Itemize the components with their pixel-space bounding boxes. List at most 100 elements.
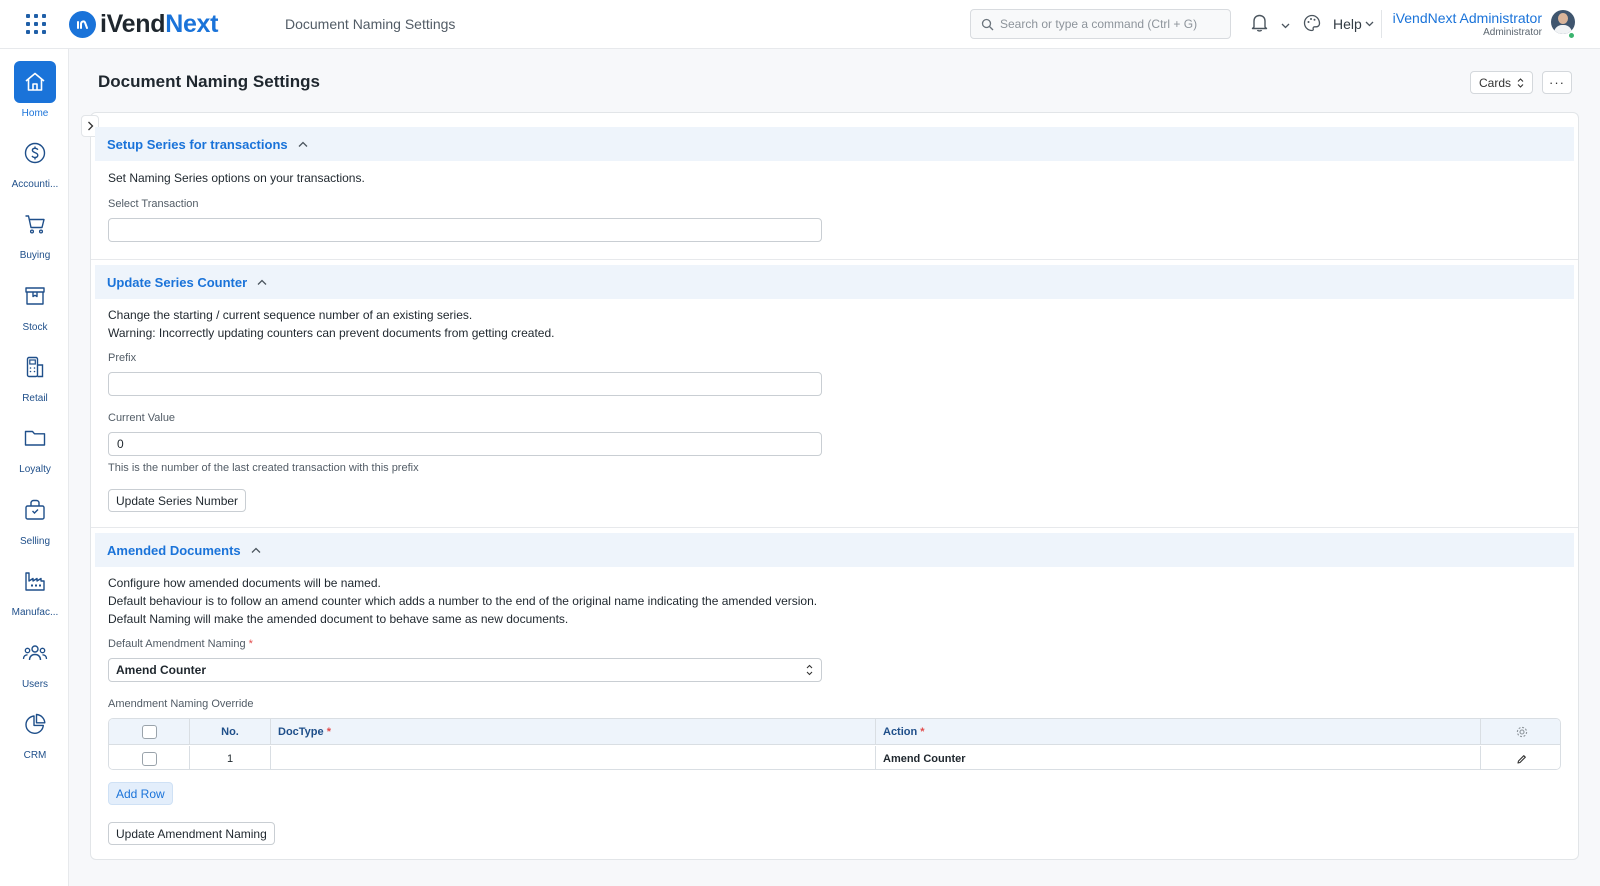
cart-icon [14, 203, 56, 245]
navbar-divider [1381, 10, 1382, 38]
section-description-line: Default Naming will make the amended doc… [108, 612, 569, 626]
sidebar-item-stock[interactable]: Stock [0, 275, 69, 333]
home-icon [13, 61, 56, 103]
sidebar-item-label: Buying [19, 250, 51, 261]
pos-icon [14, 346, 56, 388]
app-switcher-grid-icon[interactable] [26, 14, 46, 34]
column-header-action: Action * [876, 719, 1481, 744]
column-header-doctype-text: DocType [278, 725, 324, 738]
factory-icon [14, 560, 56, 602]
sort-updown-icon [806, 664, 813, 676]
default-amendment-naming-label: Default Amendment Naming * [108, 638, 253, 650]
row-doctype-cell[interactable] [271, 746, 876, 769]
sidebar-item-loyalty[interactable]: Loyalty [0, 417, 69, 475]
select-transaction-label: Select Transaction [108, 198, 199, 210]
column-header-doctype: DocType * [271, 719, 876, 744]
required-asterisk: * [248, 638, 253, 650]
section-description-line: Configure how amended documents will be … [108, 576, 381, 590]
help-label: Help [1333, 16, 1362, 32]
row-edit-cell [1481, 746, 1560, 769]
user-full-name: iVendNext Administrator [1392, 10, 1542, 26]
sidebar-item-selling[interactable]: Selling [0, 489, 69, 547]
section-title: Amended Documents [107, 542, 241, 558]
logo-text-next: Next [165, 9, 219, 38]
box-icon [14, 275, 56, 317]
chart-pie-icon [14, 703, 56, 745]
view-mode-label: Cards [1478, 75, 1511, 90]
sidebar-item-crm[interactable]: CRM [0, 703, 69, 761]
prefix-field[interactable] [108, 372, 822, 396]
required-asterisk: * [326, 725, 331, 738]
update-series-number-button[interactable]: Update Series Number [108, 489, 247, 512]
prefix-label: Prefix [108, 352, 137, 364]
section-header-setup-series[interactable]: Setup Series for transactions [95, 127, 1574, 161]
section-header-update-counter[interactable]: Update Series Counter [95, 265, 1574, 299]
notification-chevron-down-icon[interactable] [1281, 18, 1290, 32]
search-icon [981, 18, 994, 30]
sidebar-item-label: Loyalty [19, 464, 51, 475]
table-row[interactable]: 1 Amend Counter [109, 746, 1560, 769]
chevron-up-icon [298, 141, 308, 147]
sidebar-item-home[interactable]: Home [0, 61, 69, 119]
chevron-up-icon [257, 279, 267, 285]
user-role: Administrator [1483, 27, 1542, 38]
section-description-line: Change the starting / current sequence n… [108, 308, 473, 322]
section-divider [91, 259, 1578, 260]
amendment-naming-override-label: Amendment Naming Override [108, 698, 254, 710]
view-mode-select[interactable]: Cards [1470, 71, 1533, 94]
sidebar-item-retail[interactable]: Retail [0, 346, 69, 404]
chevron-up-icon [251, 547, 261, 553]
sidebar-item-label: Retail [22, 393, 48, 404]
search-bar[interactable] [970, 9, 1231, 39]
row-action-cell[interactable]: Amend Counter [876, 746, 1481, 769]
add-row-button[interactable]: Add Row [108, 782, 173, 805]
sort-updown-icon [1517, 77, 1524, 88]
sidebar-item-users[interactable]: Users [0, 632, 69, 690]
logo-text-ivend: iVend [100, 9, 166, 38]
required-asterisk: * [920, 725, 925, 738]
pencil-edit-icon[interactable] [1516, 754, 1527, 765]
current-value-label: Current Value [108, 412, 176, 424]
app-logo[interactable]: iVendNext [69, 9, 218, 39]
column-settings-cell [1481, 719, 1560, 744]
section-header-amended-documents[interactable]: Amended Documents [95, 533, 1574, 567]
user-menu[interactable]: iVendNext Administrator Administrator [1393, 10, 1542, 38]
help-chevron-down-icon [1365, 21, 1374, 27]
sidebar-item-manufacturing[interactable]: Manufac... [0, 560, 69, 618]
sidebar-item-label: CRM [23, 750, 47, 761]
theme-palette-icon[interactable] [1303, 14, 1321, 35]
help-menu[interactable]: Help [1333, 16, 1374, 32]
column-header-action-text: Action [883, 725, 918, 738]
avatar[interactable] [1551, 10, 1575, 34]
logo-text: iVendNext [100, 10, 218, 39]
row-checkbox[interactable] [141, 752, 157, 766]
update-amendment-naming-button[interactable]: Update Amendment Naming [108, 822, 275, 845]
default-amendment-naming-select[interactable]: Amend Counter [108, 658, 822, 682]
default-amendment-naming-label-text: Default Amendment Naming [108, 638, 246, 650]
column-header-no: No. [190, 719, 271, 744]
bag-icon [14, 489, 56, 531]
gear-icon[interactable] [1516, 726, 1528, 738]
online-status-dot [1568, 32, 1575, 39]
sidebar-item-label: Users [21, 679, 49, 690]
current-value-field[interactable] [108, 432, 822, 456]
more-actions-button[interactable]: ··· [1542, 71, 1572, 94]
select-all-checkbox[interactable] [141, 724, 157, 739]
sidebar-item-buying[interactable]: Buying [0, 203, 69, 261]
current-value-help-text: This is the number of the last created t… [108, 462, 419, 474]
sidebar-item-accounting[interactable]: Accounti... [0, 132, 69, 190]
sidebar-item-label: Accounti... [11, 179, 59, 190]
row-select-cell [109, 746, 190, 769]
section-warning-line: Warning: Incorrectly updating counters c… [108, 326, 555, 340]
notification-bell-icon[interactable] [1251, 13, 1268, 35]
sidebar-item-label: Stock [22, 322, 48, 333]
sidebar: Home Accounti... Buying Stock Retail Loy… [0, 49, 69, 886]
users-icon [14, 632, 56, 674]
table-header-row: No. DocType * Action * [109, 719, 1560, 745]
select-transaction-field[interactable] [108, 218, 822, 242]
sidebar-item-label: Selling [19, 536, 51, 547]
section-description: Set Naming Series options on your transa… [108, 171, 365, 185]
page-title: Document Naming Settings [98, 72, 320, 91]
search-input[interactable] [1000, 17, 1220, 31]
section-description-line: Default behaviour is to follow an amend … [108, 594, 818, 608]
